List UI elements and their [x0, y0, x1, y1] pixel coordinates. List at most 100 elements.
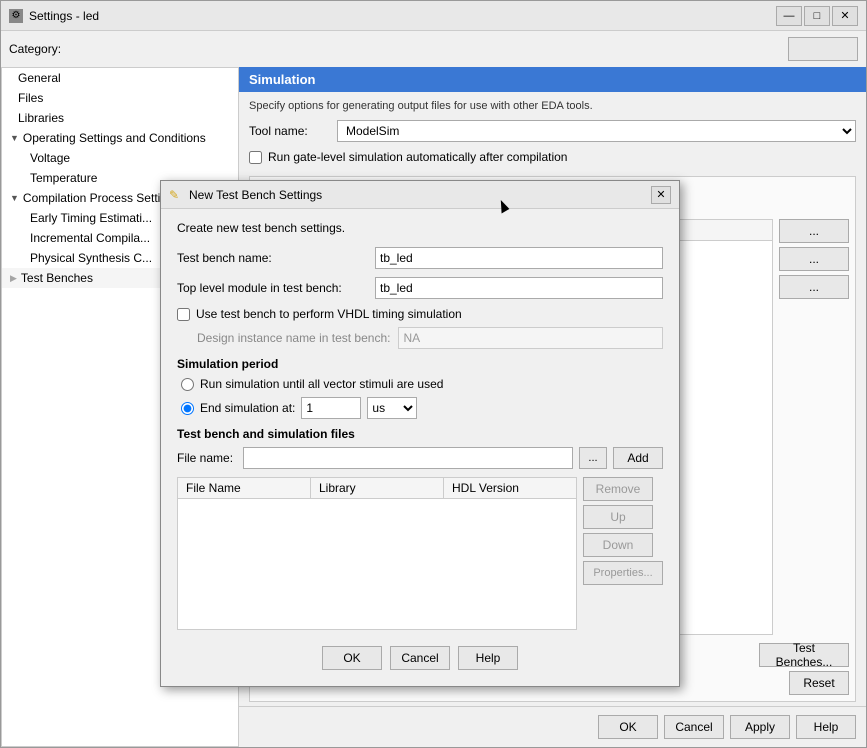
sidebar-item-label: Voltage [30, 151, 70, 165]
run-gate-level-row: Run gate-level simulation automatically … [239, 150, 866, 164]
files-table-body [178, 499, 576, 629]
properties-button[interactable]: Properties... [583, 561, 663, 585]
device-button[interactable] [788, 37, 858, 61]
tb-side-btn-1[interactable]: ... [779, 219, 849, 243]
title-bar-left: ⚙ Settings - led [9, 9, 99, 23]
col-hdl-version: HDL Version [444, 478, 576, 498]
dialog-desc: Create new test bench settings. [177, 221, 663, 235]
col-file-name: File Name [178, 478, 311, 498]
apply-button[interactable]: Apply [730, 715, 790, 739]
sidebar-item-libraries[interactable]: Libraries [2, 108, 238, 128]
sim-period-label: Simulation period [177, 357, 663, 371]
remove-button[interactable]: Remove [583, 477, 653, 501]
tb-side-buttons: ... ... ... [779, 219, 849, 635]
run-gate-level-checkbox[interactable] [249, 151, 262, 164]
dialog-body: Create new test bench settings. Test ben… [161, 209, 679, 686]
test-bench-name-row: Test bench name: [177, 247, 663, 269]
run-gate-level-label: Run gate-level simulation automatically … [268, 150, 567, 164]
help-button[interactable]: Help [796, 715, 856, 739]
file-browse-button[interactable]: ... [579, 447, 607, 469]
test-benches-button[interactable]: Test Benches... [759, 643, 849, 667]
title-bar-controls: — □ ✕ [776, 6, 858, 26]
dialog-buttons: OK Cancel Help [177, 638, 663, 674]
tool-name-select[interactable]: ModelSim [337, 120, 856, 142]
top-level-module-row: Top level module in test bench: [177, 277, 663, 299]
close-button[interactable]: ✕ [832, 6, 858, 26]
run-sim-radio[interactable] [181, 378, 194, 391]
dialog-cancel-button[interactable]: Cancel [390, 646, 450, 670]
top-level-module-input[interactable] [375, 277, 663, 299]
window-title: Settings - led [29, 9, 99, 23]
simulation-header: Simulation [239, 67, 866, 92]
tool-name-label: Tool name: [249, 124, 329, 138]
down-button[interactable]: Down [583, 533, 653, 557]
files-area: File Name Library HDL Version Remove Up … [177, 477, 663, 638]
sidebar-item-label: Test Benches [21, 271, 93, 285]
tb-side-btn-3[interactable]: ... [779, 275, 849, 299]
use-test-bench-row: Use test bench to perform VHDL timing si… [177, 307, 663, 321]
use-test-bench-label: Use test bench to perform VHDL timing si… [196, 307, 462, 321]
sidebar-item-operating-settings[interactable]: ▼ Operating Settings and Conditions [2, 128, 238, 148]
col-library: Library [311, 478, 444, 498]
sidebar-item-label: Early Timing Estimati... [30, 211, 152, 225]
files-section-label: Test bench and simulation files [177, 427, 663, 441]
sidebar-item-files[interactable]: Files [2, 88, 238, 108]
cancel-button[interactable]: Cancel [664, 715, 724, 739]
sidebar-item-label: Operating Settings and Conditions [23, 131, 206, 145]
sidebar-item-label: Temperature [30, 171, 97, 185]
run-sim-radio-row: Run simulation until all vector stimuli … [181, 377, 663, 391]
top-level-module-label: Top level module in test bench: [177, 281, 367, 295]
reset-button[interactable]: Reset [789, 671, 849, 695]
design-instance-label: Design instance name in test bench: [197, 331, 390, 345]
end-sim-label: End simulation at: [200, 401, 295, 415]
category-label: Category: [9, 42, 61, 56]
tool-name-row: Tool name: ModelSim [239, 120, 866, 142]
file-name-label: File name: [177, 451, 237, 465]
ok-button[interactable]: OK [598, 715, 658, 739]
end-sim-unit-select[interactable]: ps ns us ms [367, 397, 417, 419]
dialog-icon: ✎ [169, 188, 183, 202]
sidebar-item-general[interactable]: General [2, 68, 238, 88]
app-icon: ⚙ [9, 9, 23, 23]
run-sim-label: Run simulation until all vector stimuli … [200, 377, 443, 391]
expand-icon: ▼ [10, 133, 19, 143]
minimize-button[interactable]: — [776, 6, 802, 26]
title-bar: ⚙ Settings - led — □ ✕ [1, 1, 866, 31]
design-instance-row: Design instance name in test bench: [197, 327, 663, 349]
file-name-row: File name: ... Add [177, 447, 663, 469]
new-test-bench-dialog: ✎ New Test Bench Settings ✕ Create new t… [160, 180, 680, 687]
end-sim-radio[interactable] [181, 402, 194, 415]
sidebar-item-label: Compilation Process Settings [23, 191, 180, 205]
dialog-title-bar: ✎ New Test Bench Settings ✕ [161, 181, 679, 209]
expand-icon: ▼ [10, 193, 19, 203]
end-sim-radio-row: End simulation at: ps ns us ms [181, 397, 663, 419]
end-sim-input[interactable] [301, 397, 361, 419]
sidebar-item-voltage[interactable]: Voltage [2, 148, 238, 168]
file-add-button[interactable]: Add [613, 447, 663, 469]
bottom-bar: OK Cancel Apply Help [239, 706, 866, 747]
maximize-button[interactable]: □ [804, 6, 830, 26]
files-table: File Name Library HDL Version [177, 477, 577, 630]
tb-side-btn-2[interactable]: ... [779, 247, 849, 271]
sidebar-item-label: General [18, 71, 61, 85]
dialog-help-button[interactable]: Help [458, 646, 518, 670]
category-bar: Category: [1, 31, 866, 67]
dialog-ok-button[interactable]: OK [322, 646, 382, 670]
sidebar-item-label: Incremental Compila... [30, 231, 150, 245]
dialog-title-left: ✎ New Test Bench Settings [169, 188, 322, 202]
simulation-desc: Specify options for generating output fi… [239, 92, 866, 120]
files-side-buttons: Remove Up Down Properties... [583, 477, 663, 638]
up-button[interactable]: Up [583, 505, 653, 529]
use-test-bench-checkbox[interactable] [177, 308, 190, 321]
sidebar-item-label: Libraries [18, 111, 64, 125]
sidebar-item-label: Files [18, 91, 43, 105]
file-name-input[interactable] [243, 447, 573, 469]
test-bench-name-label: Test bench name: [177, 251, 367, 265]
dialog-title-text: New Test Bench Settings [189, 188, 322, 202]
test-bench-name-input[interactable] [375, 247, 663, 269]
files-table-header: File Name Library HDL Version [178, 478, 576, 499]
sidebar-item-label: Physical Synthesis C... [30, 251, 152, 265]
dialog-close-button[interactable]: ✕ [651, 186, 671, 204]
design-instance-input [398, 327, 663, 349]
expand-icon: ▶ [10, 273, 17, 284]
